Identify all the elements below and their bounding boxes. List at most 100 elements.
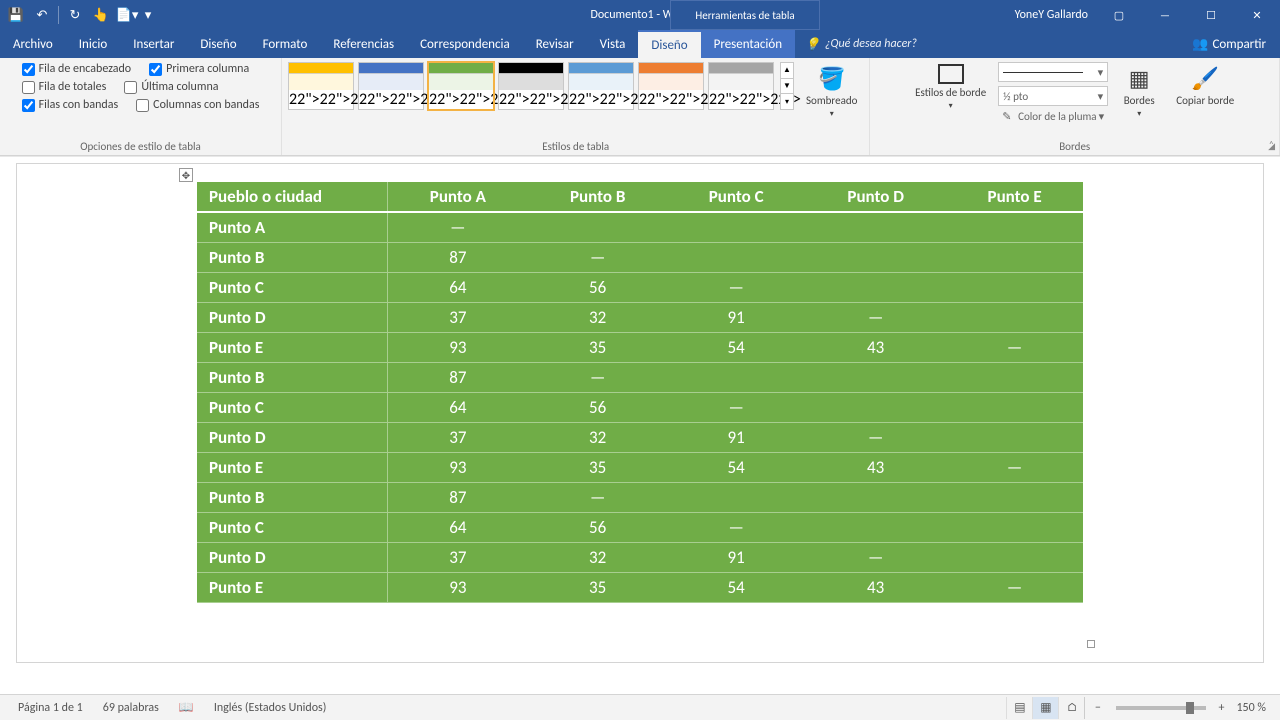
table-row[interactable]: Punto B87— <box>197 363 1083 393</box>
data-cell[interactable]: 56 <box>528 393 667 423</box>
border-painter-button[interactable]: 🖌️ Copiar borde <box>1170 62 1240 109</box>
table-style-5[interactable]: 22">22">22"> <box>638 62 704 110</box>
tab-diseño[interactable]: Diseño <box>187 30 249 58</box>
scroll-down-icon[interactable]: ▼ <box>781 79 793 95</box>
data-cell[interactable]: 93 <box>387 333 528 363</box>
data-cell[interactable] <box>946 543 1083 573</box>
table-header-cell[interactable]: Punto D <box>805 182 946 212</box>
table-style-1[interactable]: 22">22">22"> <box>358 62 424 110</box>
data-cell[interactable]: 37 <box>387 543 528 573</box>
close-button[interactable]: ✕ <box>1234 0 1280 30</box>
data-cell[interactable]: 35 <box>528 573 667 603</box>
gallery-scroll[interactable]: ▲ ▼ ▾ <box>780 62 794 110</box>
data-cell[interactable]: 43 <box>805 573 946 603</box>
zoom-in-button[interactable]: + <box>1212 701 1230 715</box>
data-cell[interactable] <box>946 273 1083 303</box>
table-style-0[interactable]: 22">22">22"> <box>288 62 354 110</box>
row-label-cell[interactable]: Punto C <box>197 513 387 543</box>
data-cell[interactable] <box>528 212 667 243</box>
tell-me-search[interactable]: 💡 ¿Qué desea hacer? <box>795 37 927 52</box>
table-row[interactable]: Punto C6456— <box>197 273 1083 303</box>
tab-vista[interactable]: Vista <box>587 30 639 58</box>
row-label-cell[interactable]: Punto B <box>197 363 387 393</box>
row-label-cell[interactable]: Punto D <box>197 543 387 573</box>
data-cell[interactable]: 91 <box>667 543 805 573</box>
tab-revisar[interactable]: Revisar <box>523 30 587 58</box>
gallery-more-icon[interactable]: ▾ <box>781 94 793 109</box>
tab-correspondencia[interactable]: Correspondencia <box>407 30 523 58</box>
tab-context-presentación[interactable]: Presentación <box>701 30 795 58</box>
data-cell[interactable]: 91 <box>667 423 805 453</box>
table-row[interactable]: Punto E93355443— <box>197 453 1083 483</box>
chk-banded-rows[interactable]: Filas con bandas <box>22 98 119 112</box>
data-cell[interactable]: 64 <box>387 273 528 303</box>
data-cell[interactable] <box>946 243 1083 273</box>
row-label-cell[interactable]: Punto C <box>197 273 387 303</box>
table-row[interactable]: Punto C6456— <box>197 393 1083 423</box>
data-cell[interactable]: — <box>805 543 946 573</box>
table-header-cell[interactable]: Pueblo o ciudad <box>197 182 387 212</box>
document-area[interactable]: ✥ Pueblo o ciudadPunto APunto BPunto CPu… <box>0 156 1280 694</box>
data-cell[interactable] <box>667 483 805 513</box>
data-cell[interactable] <box>946 513 1083 543</box>
data-cell[interactable] <box>946 303 1083 333</box>
row-label-cell[interactable]: Punto C <box>197 393 387 423</box>
table-header-cell[interactable]: Punto A <box>387 182 528 212</box>
redo-button[interactable]: ↻ <box>63 3 87 27</box>
zoom-level[interactable]: 150 % <box>1230 701 1272 715</box>
minimize-button[interactable]: — <box>1142 0 1188 30</box>
row-label-cell[interactable]: Punto E <box>197 573 387 603</box>
table-move-handle[interactable]: ✥ <box>179 168 193 182</box>
tab-referencias[interactable]: Referencias <box>320 30 407 58</box>
table-header-cell[interactable]: Punto B <box>528 182 667 212</box>
data-cell[interactable]: — <box>667 513 805 543</box>
row-label-cell[interactable]: Punto E <box>197 453 387 483</box>
table-row[interactable]: Punto D373291— <box>197 543 1083 573</box>
zoom-thumb[interactable] <box>1186 702 1194 714</box>
data-cell[interactable]: 54 <box>667 333 805 363</box>
data-cell[interactable]: 32 <box>528 423 667 453</box>
ribbon-display-button[interactable]: ▢ <box>1096 0 1142 30</box>
data-cell[interactable]: — <box>387 212 528 243</box>
data-cell[interactable] <box>946 483 1083 513</box>
data-cell[interactable] <box>667 212 805 243</box>
data-cell[interactable]: 87 <box>387 243 528 273</box>
data-cell[interactable]: 93 <box>387 453 528 483</box>
data-cell[interactable]: 87 <box>387 483 528 513</box>
data-cell[interactable]: — <box>946 453 1083 483</box>
data-cell[interactable]: 43 <box>805 333 946 363</box>
data-cell[interactable]: 43 <box>805 453 946 483</box>
data-cell[interactable]: 35 <box>528 333 667 363</box>
row-label-cell[interactable]: Punto B <box>197 483 387 513</box>
border-weight[interactable]: ½ pto▾ <box>998 86 1108 106</box>
border-styles-button[interactable]: Estilos de borde▾ <box>909 62 992 113</box>
undo-button[interactable]: ↶ <box>30 3 54 27</box>
table-header-cell[interactable]: Punto E <box>946 182 1083 212</box>
data-cell[interactable]: — <box>528 243 667 273</box>
data-cell[interactable]: — <box>805 423 946 453</box>
table-row[interactable]: Punto E93355443— <box>197 333 1083 363</box>
data-cell[interactable]: 56 <box>528 273 667 303</box>
data-cell[interactable]: 37 <box>387 423 528 453</box>
zoom-slider[interactable] <box>1116 706 1206 710</box>
tab-formato[interactable]: Formato <box>250 30 321 58</box>
data-cell[interactable]: — <box>805 303 946 333</box>
data-cell[interactable]: — <box>667 393 805 423</box>
table-resize-handle[interactable] <box>1087 640 1095 648</box>
word-count[interactable]: 69 palabras <box>93 701 169 715</box>
data-cell[interactable]: 35 <box>528 453 667 483</box>
table-row[interactable]: Punto D373291— <box>197 303 1083 333</box>
data-table[interactable]: Pueblo o ciudadPunto APunto BPunto CPunt… <box>197 182 1083 603</box>
maximize-button[interactable]: ☐ <box>1188 0 1234 30</box>
data-cell[interactable]: 87 <box>387 363 528 393</box>
data-cell[interactable]: 37 <box>387 303 528 333</box>
table-style-3[interactable]: 22">22">22"> <box>498 62 564 110</box>
row-label-cell[interactable]: Punto D <box>197 303 387 333</box>
touch-mode-button[interactable]: 👆 <box>89 3 113 27</box>
save-button[interactable]: 💾 <box>4 3 28 27</box>
table-style-6[interactable]: 22">22">22"> <box>708 62 774 110</box>
chk-first-col[interactable]: Primera columna <box>149 62 249 76</box>
ribbon-collapse-button[interactable]: ˄ <box>1269 138 1274 151</box>
row-label-cell[interactable]: Punto A <box>197 212 387 243</box>
tab-insertar[interactable]: Insertar <box>120 30 187 58</box>
